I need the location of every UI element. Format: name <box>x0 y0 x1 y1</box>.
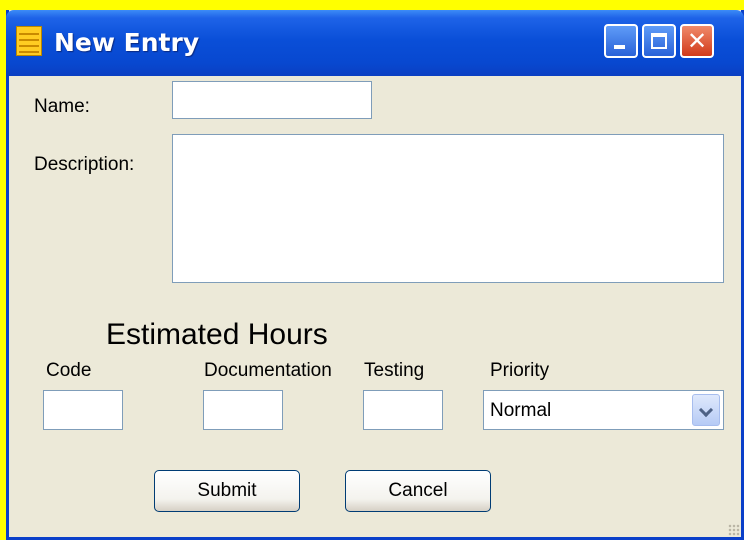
testing-field[interactable] <box>363 390 443 430</box>
name-field[interactable] <box>172 81 372 119</box>
close-icon[interactable]: ✕ <box>680 24 714 58</box>
estimated-hours-heading: Estimated Hours <box>106 318 328 351</box>
resize-grip-icon[interactable] <box>728 524 740 536</box>
testing-label: Testing <box>364 360 425 381</box>
documentation-field[interactable] <box>203 390 283 430</box>
description-field[interactable] <box>172 134 724 283</box>
close-glyph: ✕ <box>686 27 708 55</box>
app-icon <box>16 26 42 56</box>
minimize-icon[interactable] <box>604 24 638 58</box>
submit-button[interactable]: Submit <box>154 470 300 512</box>
description-label: Description: <box>34 154 135 175</box>
code-field[interactable] <box>43 390 123 430</box>
name-label: Name: <box>34 96 90 117</box>
code-label: Code <box>46 360 92 381</box>
priority-select[interactable]: Normal <box>483 390 724 430</box>
title-bar[interactable]: New Entry ✕ <box>6 10 744 76</box>
window-title: New Entry <box>54 28 200 57</box>
priority-selected-value: Normal <box>490 400 552 421</box>
priority-label: Priority <box>490 360 550 381</box>
maximize-icon[interactable] <box>642 24 676 58</box>
cancel-button[interactable]: Cancel <box>345 470 491 512</box>
documentation-label: Documentation <box>204 360 332 381</box>
chevron-down-icon[interactable] <box>692 394 720 426</box>
